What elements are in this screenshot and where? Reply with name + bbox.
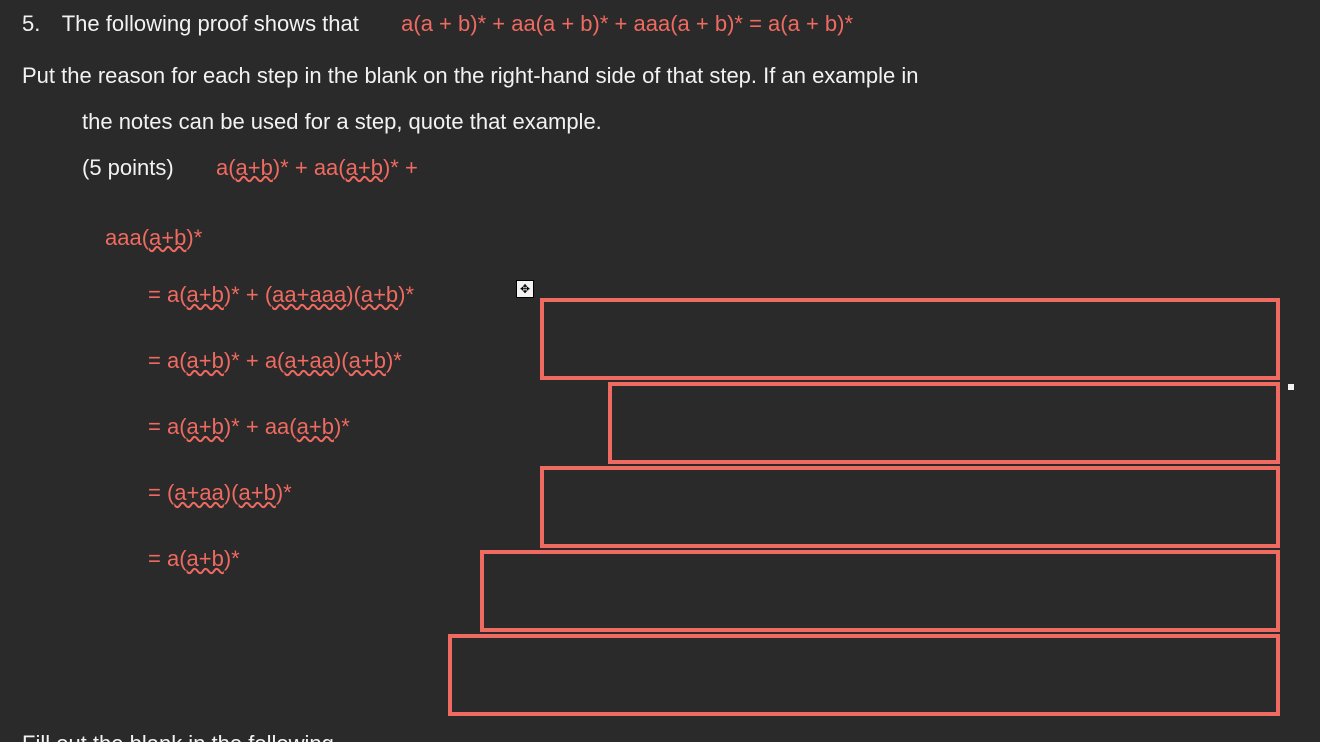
question-equation: a(a + b)* + aa(a + b)* + aaa(a + b)* = a… [401,11,853,36]
answer-box-1[interactable] [540,298,1280,380]
points-and-head: (5 points) a(a+b)* + aa(a+b)* + [22,138,1300,184]
instructions-line1: Put the reason for each step in the blan… [22,60,1300,92]
question-header: 5. The following proof shows that a(a + … [0,8,1320,40]
resize-handle[interactable] [1288,384,1294,390]
points-label: (5 points) [82,155,174,180]
answer-box-5[interactable] [448,634,1280,716]
answer-box-4[interactable] [480,550,1280,632]
instructions-line2: the notes can be used for a step, quote … [22,92,1300,138]
answer-box-2[interactable] [608,382,1280,464]
question-intro: The following proof shows that [62,11,359,36]
move-handle-icon[interactable]: ✥ [516,280,534,298]
head-expr-line2: aaa(a+b)* [0,184,1320,254]
question-page: 5. The following proof shows that a(a + … [0,0,1320,742]
next-question-fragment: Fill out the blank in the following [22,728,334,742]
head-expr-line1: a(a+b)* + aa(a+b)* + [216,155,418,180]
answer-box-3[interactable] [540,466,1280,548]
question-number: 5. [22,8,56,40]
instructions-para: Put the reason for each step in the blan… [0,40,1320,184]
